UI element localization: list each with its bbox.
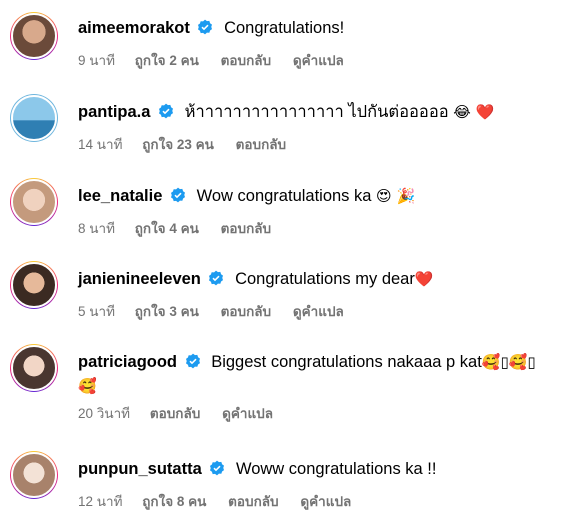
avatar-story-ring[interactable] [10,178,58,226]
comment-text: Congratulations my dear [235,270,415,288]
comment-emoji-line2: 🥰 [78,377,97,395]
comment-text: Congratulations! [224,19,345,37]
username-link[interactable]: aimeemorakot [78,19,190,37]
username-link[interactable]: punpun_sutatta [78,460,202,478]
verified-badge-icon [210,460,225,476]
comment-text: Woww congratulations ka !! [235,460,437,478]
likes-count-link[interactable]: ถูกใจ 23 คน [142,137,214,152]
see-translation-button[interactable]: ดูคำแปล [222,406,273,421]
avatar [11,13,57,59]
avatar [11,262,57,308]
see-translation-button[interactable]: ดูคำแปล [293,304,344,319]
verified-badge-icon [198,19,213,35]
likes-count-link[interactable]: ถูกใจ 2 คน [135,53,199,68]
username-link[interactable]: lee_natalie [78,187,162,205]
see-translation-button[interactable]: ดูคำแปล [293,53,344,68]
see-translation-button[interactable]: ดูคำแปล [300,494,351,509]
reply-button[interactable]: ตอบกลับ [236,137,286,152]
comment-emoji: ❤️ [414,270,434,288]
comment-emoji: 😍 🎉 [376,187,416,205]
avatar-story-ring[interactable] [10,12,58,60]
reply-button[interactable]: ตอบกลับ [150,406,200,421]
comment-time: 12 นาที [78,494,123,509]
comment-emoji: 🥰▯🥰▯ [481,353,536,371]
avatar [11,345,57,391]
username-link[interactable]: janienineeleven [78,270,201,288]
comment-time: 14 นาที [78,137,123,152]
avatar [11,179,57,225]
comment-emoji: 😂 ❤️ [453,103,495,121]
avatar-frame[interactable] [10,94,58,142]
comment-time: 8 นาที [78,221,115,236]
likes-count-link[interactable]: ถูกใจ 8 คน [142,494,206,509]
verified-badge-icon [159,103,174,119]
avatar-story-ring[interactable] [10,261,58,309]
verified-badge-icon [170,187,185,203]
username-link[interactable]: pantipa.a [78,103,150,121]
verified-badge-icon [185,353,200,369]
comment-list: aimeemorakot Congratulations! 9 นาที ถูก… [0,0,574,523]
likes-count-link[interactable]: ถูกใจ 3 คน [135,304,199,319]
avatar-story-ring[interactable] [10,451,58,499]
comment-text: Biggest congratulations nakaaa p kat [211,353,482,371]
reply-button[interactable]: ตอบกลับ [221,53,271,68]
comment-text: ห้าาาาาาาาาาาาาาาา ไปกันต่อออออ [184,103,449,121]
comment-time: 5 นาที [78,304,115,319]
reply-button[interactable]: ตอบกลับ [221,221,271,236]
username-link[interactable]: patriciagood [78,353,177,371]
avatar-story-ring[interactable] [10,344,58,392]
avatar [11,95,57,141]
comment-time: 9 นาที [78,53,115,68]
reply-button[interactable]: ตอบกลับ [228,494,278,509]
likes-count-link[interactable]: ถูกใจ 4 คน [135,221,199,236]
comment-time: 20 วินาที [78,406,131,421]
reply-button[interactable]: ตอบกลับ [221,304,271,319]
avatar [11,452,57,498]
verified-badge-icon [209,270,224,286]
comment-text: Wow congratulations ka [196,187,372,205]
